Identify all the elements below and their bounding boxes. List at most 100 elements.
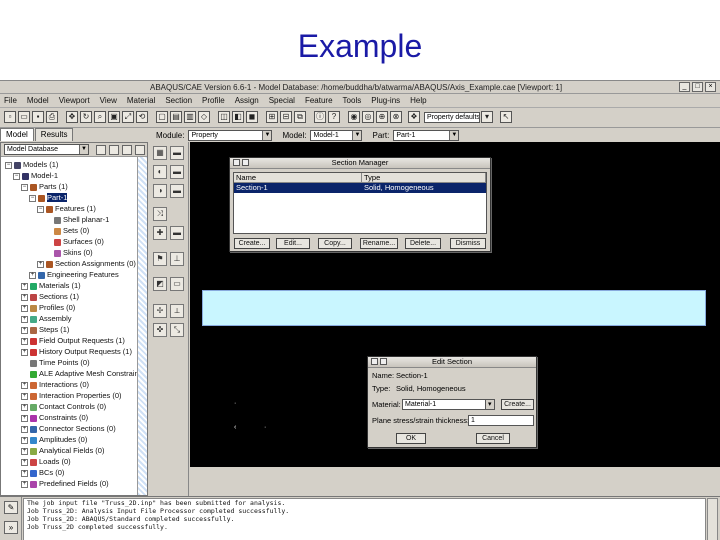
tree-item[interactable]: Skins (0): [45, 248, 93, 257]
add-icon[interactable]: ⊗: [390, 111, 402, 123]
tree-scrollbar[interactable]: [137, 157, 147, 495]
dialog-minimize-icon[interactable]: [380, 358, 387, 365]
menu-model[interactable]: Model: [27, 96, 49, 105]
expand-toggle-icon[interactable]: −: [29, 194, 36, 202]
tree-filter-icon[interactable]: [96, 145, 106, 155]
expand-toggle-icon[interactable]: +: [21, 293, 28, 301]
tree-item[interactable]: + Loads (0): [21, 457, 71, 466]
menu-viewport[interactable]: Viewport: [59, 96, 90, 105]
python-prompt-icon[interactable]: »: [4, 521, 18, 534]
dialog-minimize-icon[interactable]: [242, 159, 249, 166]
tree-item[interactable]: − Models (1): [5, 160, 58, 169]
delete-button[interactable]: Delete...: [405, 238, 441, 249]
window-titlebar[interactable]: ABAQUS/CAE Version 6.6-1 - Model Databas…: [0, 81, 720, 94]
tree-item[interactable]: + Interactions (0): [21, 380, 89, 389]
tree-item[interactable]: + Contact Controls (0): [21, 402, 106, 411]
dismiss-button[interactable]: Dismiss: [450, 238, 486, 249]
tree-item[interactable]: ALE Adaptive Mesh Constraints: [21, 369, 144, 378]
tree-item[interactable]: − Features (1): [37, 204, 96, 213]
expand-toggle-icon[interactable]: +: [29, 271, 36, 279]
tab-results[interactable]: Results: [34, 128, 74, 141]
expand-toggle-icon[interactable]: +: [21, 447, 28, 455]
expand-toggle-icon[interactable]: −: [21, 183, 28, 191]
expand-toggle-icon[interactable]: −: [5, 161, 12, 169]
tree-item[interactable]: − Part-1: [29, 193, 68, 202]
expand-toggle-icon[interactable]: +: [21, 381, 28, 389]
hidden-line-icon[interactable]: ◧: [232, 111, 244, 123]
column-header-type[interactable]: Type: [362, 173, 486, 182]
part-shell-rectangle[interactable]: [202, 290, 706, 326]
tree-item[interactable]: Sets (0): [45, 226, 89, 235]
menu-special[interactable]: Special: [269, 96, 295, 105]
expand-toggle-icon[interactable]: −: [37, 205, 44, 213]
expand-toggle-icon[interactable]: +: [21, 304, 28, 312]
cycle-views-icon[interactable]: ⟲: [136, 111, 148, 123]
section-manager-icon[interactable]: ▬: [170, 165, 184, 179]
tree-item[interactable]: Time Points (0): [21, 358, 90, 367]
menu-section[interactable]: Section: [165, 96, 192, 105]
datum-icon[interactable]: ✢: [153, 304, 167, 318]
defaults-select[interactable]: Property defaults: [424, 112, 480, 123]
expand-toggle-icon[interactable]: +: [21, 458, 28, 466]
wireframe-icon[interactable]: ◫: [218, 111, 230, 123]
tree-item[interactable]: + Amplitudes (0): [21, 435, 87, 444]
render-icon[interactable]: ❖: [408, 111, 420, 123]
tree-options-icon[interactable]: [135, 145, 145, 155]
tree-item[interactable]: + Constraints (0): [21, 413, 88, 422]
expand-toggle-icon[interactable]: +: [37, 260, 44, 268]
create-button[interactable]: Create...: [234, 238, 270, 249]
tree-database-select[interactable]: Model Database ▼: [4, 144, 89, 155]
dialog-menu-icon[interactable]: [371, 358, 378, 365]
tree-item[interactable]: + Connector Sections (0): [21, 424, 116, 433]
profile-manager-icon[interactable]: ▬: [170, 184, 184, 198]
tree-item[interactable]: + Predefined Fields (0): [21, 479, 109, 488]
expand-toggle-icon[interactable]: +: [21, 403, 28, 411]
tree-item[interactable]: Surfaces (0): [45, 237, 104, 246]
thickness-input[interactable]: 1: [468, 415, 534, 426]
auto-fit-icon[interactable]: ⤢: [122, 111, 134, 123]
top-view-icon[interactable]: ▤: [170, 111, 182, 123]
tree-item[interactable]: + Analytical Fields (0): [21, 446, 104, 455]
copy-button[interactable]: Copy...: [318, 238, 352, 249]
column-header-name[interactable]: Name: [234, 173, 362, 182]
save-icon[interactable]: ▪: [32, 111, 44, 123]
expand-toggle-icon[interactable]: +: [21, 469, 28, 477]
edit-button[interactable]: Edit...: [276, 238, 310, 249]
maximize-icon[interactable]: □: [692, 82, 703, 92]
minimize-icon[interactable]: _: [679, 82, 690, 92]
expand-toggle-icon[interactable]: +: [21, 315, 28, 323]
tree-item[interactable]: + Sections (1): [21, 292, 79, 301]
side-view-icon[interactable]: ▥: [184, 111, 196, 123]
tree-item[interactable]: − Model-1: [13, 171, 58, 180]
expand-toggle-icon[interactable]: +: [21, 282, 28, 290]
rename-button[interactable]: Rename...: [360, 238, 398, 249]
menu-view[interactable]: View: [100, 96, 117, 105]
menu-help[interactable]: Help: [410, 96, 426, 105]
assign-section-icon[interactable]: ⤨: [153, 207, 167, 221]
tree-item[interactable]: + Materials (1): [21, 281, 81, 290]
print-icon[interactable]: ⎙: [46, 111, 58, 123]
cascade-icon[interactable]: ⧉: [294, 111, 306, 123]
iso-view-icon[interactable]: ◇: [198, 111, 210, 123]
tab-model[interactable]: Model: [0, 128, 34, 141]
expand-toggle-icon[interactable]: +: [21, 480, 28, 488]
expand-toggle-icon[interactable]: +: [21, 337, 28, 345]
message-log[interactable]: The job input file "Truss_2D.inp" has be…: [23, 498, 706, 540]
tree-item[interactable]: + Profiles (0): [21, 303, 75, 312]
tree-item[interactable]: + History Output Requests (1): [21, 347, 132, 356]
tree-expand-icon[interactable]: [109, 145, 119, 155]
assign-orientation-icon[interactable]: ✚: [153, 226, 167, 240]
shaded-icon[interactable]: ◼: [246, 111, 258, 123]
tree-item[interactable]: + Field Output Requests (1): [21, 336, 125, 345]
material-create-button[interactable]: Create...: [501, 399, 534, 410]
edit-section-titlebar[interactable]: Edit Section: [368, 357, 536, 368]
tree-item[interactable]: + BCs (0): [21, 468, 64, 477]
front-view-icon[interactable]: ▢: [156, 111, 168, 123]
expand-toggle-icon[interactable]: +: [21, 392, 28, 400]
tree-item[interactable]: + Steps (1): [21, 325, 69, 334]
menu-tools[interactable]: Tools: [343, 96, 362, 105]
message-area-icon[interactable]: ✎: [4, 501, 18, 514]
create-material-icon[interactable]: ▦: [153, 146, 167, 160]
menu-assign[interactable]: Assign: [235, 96, 259, 105]
zoom-box-icon[interactable]: ▣: [108, 111, 120, 123]
